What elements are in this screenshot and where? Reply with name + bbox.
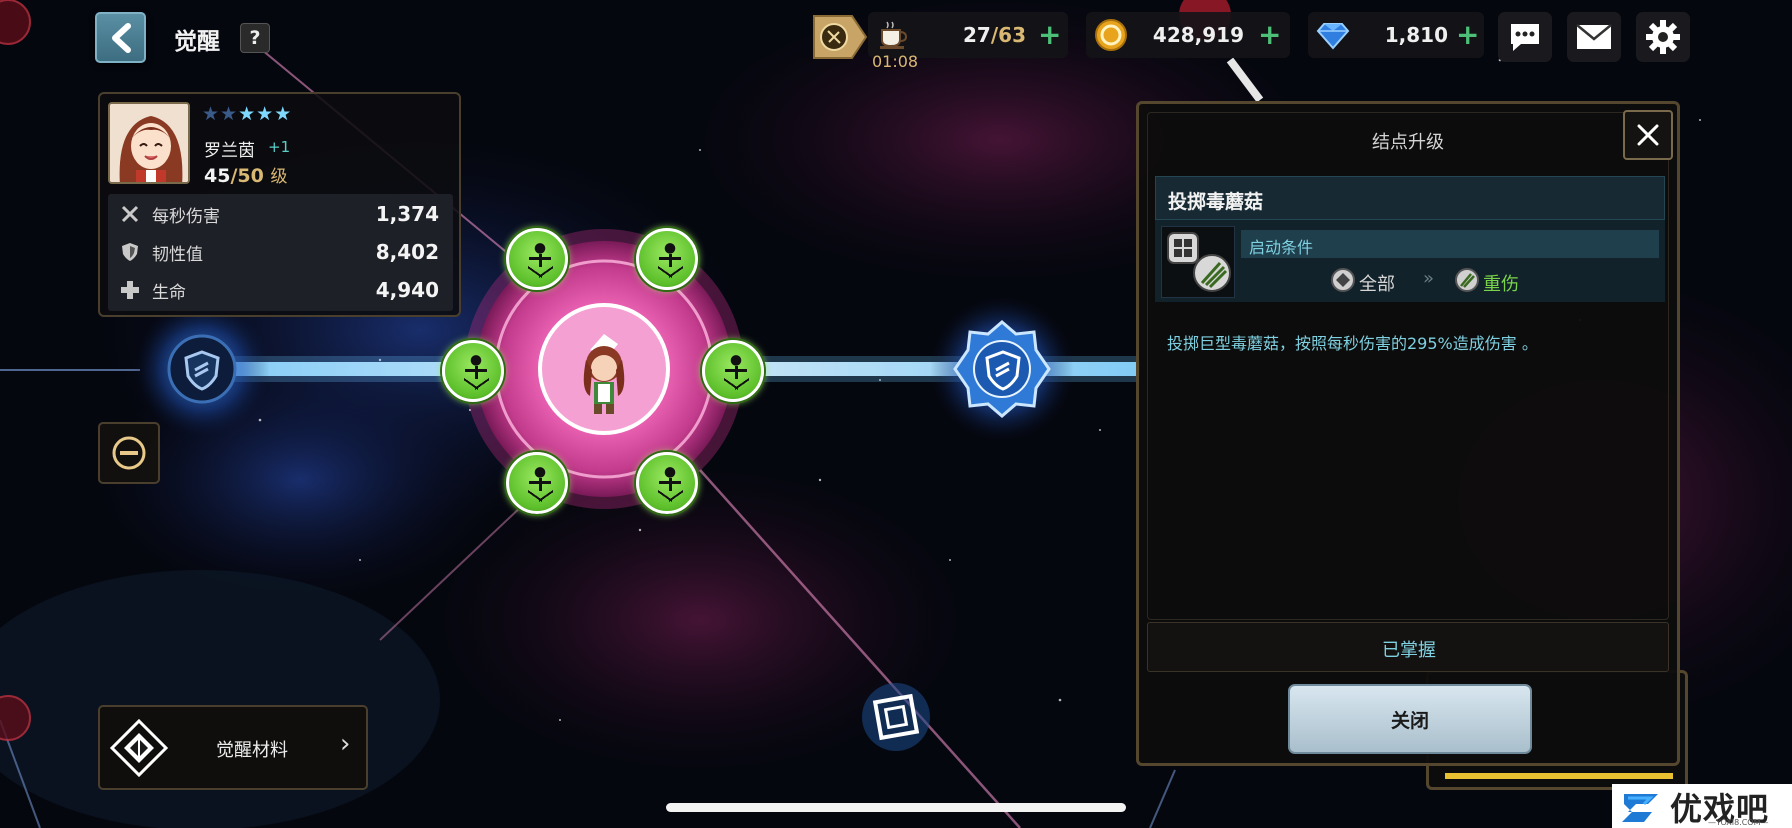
skill-header: 投掷毒蘑菇: [1155, 176, 1665, 220]
condition-arrow: »: [1423, 268, 1435, 289]
chat-button[interactable]: [1498, 12, 1552, 62]
condition-from: 全部: [1359, 274, 1395, 295]
chevron-right-icon: ›: [340, 729, 351, 759]
gold-add-button[interactable]: +: [1258, 18, 1281, 51]
stats-panel: 每秒伤害 1,374 韧性值 8,402 生命 4,940: [108, 194, 453, 311]
plus-icon: [120, 280, 140, 300]
watermark: 优戏吧 —YOXI8.COM—: [1612, 784, 1792, 828]
star-icon: ★: [256, 103, 274, 125]
stat-label: 每秒伤害: [152, 206, 220, 227]
gear-icon: [1646, 20, 1680, 54]
condition-to: 重伤: [1483, 274, 1519, 295]
stat-row-toughness: 韧性值 8,402: [108, 234, 453, 270]
level-max: /50: [230, 165, 264, 187]
condition-heavy-wound-icon: [1455, 268, 1479, 292]
gem-value: 1,810: [1384, 23, 1448, 47]
star-icon: ★: [202, 103, 220, 125]
stat-label: 韧性值: [152, 244, 203, 265]
close-icon: [1637, 124, 1659, 146]
minus-circle-icon: [112, 436, 146, 470]
stamina-max: /63: [990, 23, 1026, 47]
back-button[interactable]: [95, 12, 146, 63]
stat-row-hp: 生命 4,940: [108, 272, 453, 308]
chat-bubble-icon: [1511, 24, 1539, 51]
mail-icon: [1576, 24, 1612, 49]
help-button[interactable]: ?: [240, 23, 270, 53]
node-green-top-right[interactable]: [636, 228, 698, 290]
stat-value: 4,940: [375, 278, 439, 302]
mail-button[interactable]: [1567, 12, 1621, 62]
stat-value: 8,402: [375, 240, 439, 264]
stat-label: 生命: [152, 282, 186, 303]
character-name: 罗兰茵: [204, 141, 255, 161]
node-shield-icon-left[interactable]: [180, 348, 224, 392]
stat-value: 1,374: [375, 202, 439, 226]
node-shield-icon-right[interactable]: [981, 348, 1025, 392]
gem-add-button[interactable]: +: [1456, 18, 1479, 51]
chevron-left-icon: [111, 22, 131, 53]
progress-strip: [1445, 773, 1673, 779]
skill-body: 启动条件 全部 » 重伤: [1155, 220, 1665, 302]
skill-icon: [1161, 226, 1235, 298]
awaken-material-button[interactable]: 觉醒材料 ›: [98, 705, 368, 790]
watermark-url: —YOXI8.COM—: [1708, 818, 1769, 827]
gem-bar: 1,810 +: [1308, 12, 1484, 58]
gold-value: 428,919: [1152, 23, 1244, 47]
gold-coin-icon: [1094, 18, 1128, 56]
settings-button[interactable]: [1636, 12, 1690, 62]
character-bonus: +1: [268, 138, 291, 156]
coffee-cup-icon: [876, 18, 910, 56]
condition-all-icon: [1331, 268, 1355, 292]
character-portrait[interactable]: [108, 102, 190, 184]
level-unit: 级: [270, 167, 288, 187]
home-indicator[interactable]: [666, 803, 1126, 812]
panel-title: 结点升级: [1372, 132, 1444, 153]
mastered-status: 已掌握: [1147, 622, 1669, 672]
panel-close-x-button[interactable]: [1623, 110, 1673, 160]
condition-label: 启动条件: [1249, 238, 1314, 257]
gold-bar: 428,919 +: [1086, 12, 1290, 58]
close-button[interactable]: 关闭: [1288, 684, 1532, 754]
condition-bar: 启动条件: [1241, 230, 1659, 258]
star-icon: ★: [238, 103, 256, 125]
character-card: ★ ★ ★ ★ ★ 罗兰茵 +1 45/50 级 每秒伤害 1,374 韧性值 …: [98, 92, 461, 317]
awaken-material-label: 觉醒材料: [216, 740, 288, 761]
stamina-add-button[interactable]: +: [1038, 18, 1061, 51]
page-title: 觉醒: [174, 29, 220, 55]
node-green-bottom-right[interactable]: [636, 452, 698, 514]
character-sprite[interactable]: [560, 330, 648, 420]
node-upgrade-panel: 结点升级 投掷毒蘑菇 启动条件 全部 » 重伤 投掷巨型毒蘑菇，按照每秒伤害的2…: [1136, 101, 1680, 766]
skill-name: 投掷毒蘑菇: [1168, 191, 1264, 213]
diamond-icon: [1316, 18, 1350, 56]
character-level: 45/50 级: [204, 162, 287, 187]
stat-row-dps: 每秒伤害 1,374: [108, 196, 453, 232]
node-green-left[interactable]: [442, 340, 504, 402]
node-green-bottom-left[interactable]: [506, 452, 568, 514]
watermark-logo-icon: [1618, 788, 1664, 828]
shield-icon: [120, 242, 140, 262]
node-green-right[interactable]: [702, 340, 764, 402]
star-icon: ★: [274, 103, 292, 125]
stamina-current: 27: [963, 23, 991, 47]
skill-description: 投掷巨型毒蘑菇，按照每秒伤害的295%造成伤害 。: [1167, 334, 1538, 353]
level-current: 45: [204, 165, 231, 187]
stamina-timer: 01:08: [872, 52, 919, 71]
node-green-top-left[interactable]: [506, 228, 568, 290]
mastered-label: 已掌握: [1382, 640, 1436, 661]
star-rating: ★ ★ ★ ★ ★: [202, 104, 291, 124]
diamond-gem-icon: [109, 718, 169, 781]
zoom-out-button[interactable]: [98, 422, 160, 484]
star-icon: ★: [220, 103, 238, 125]
stamina-badge-icon[interactable]: [810, 14, 868, 60]
crossed-swords-icon: [120, 204, 140, 224]
stamina-value: 27/63: [928, 23, 1026, 47]
